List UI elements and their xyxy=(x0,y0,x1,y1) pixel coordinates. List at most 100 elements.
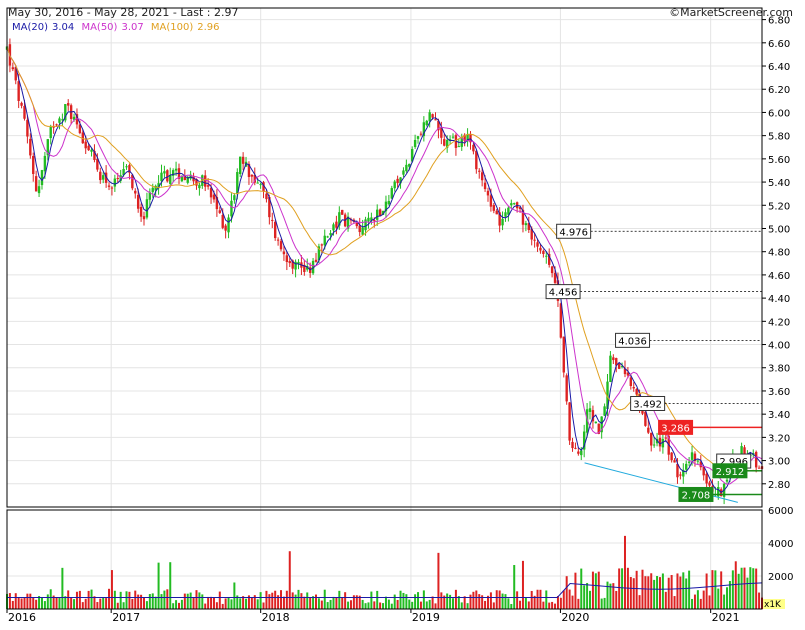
level-label-3.286: 3.286 xyxy=(661,423,690,434)
price-tick-label: 6.60 xyxy=(768,39,790,50)
candle-body xyxy=(107,185,111,187)
ma100-legend-label: MA(100) xyxy=(150,22,194,33)
candle-body xyxy=(434,119,437,121)
candle-body xyxy=(314,259,318,262)
candle-body xyxy=(204,175,207,187)
candle-body xyxy=(696,460,700,462)
price-tick-label: 5.80 xyxy=(768,132,790,143)
candle-body xyxy=(612,357,615,361)
candle-body xyxy=(116,177,119,179)
ma-legend: MA(20) 3.04 MA(50) 3.07 MA(100) 2.96 xyxy=(12,22,224,33)
price-tick-label: 6.00 xyxy=(768,108,790,119)
price-tick-label: 5.20 xyxy=(768,201,790,212)
candle-body xyxy=(142,216,146,220)
candle-body xyxy=(664,437,668,439)
candle-body xyxy=(67,103,70,106)
candle-body xyxy=(180,176,184,182)
candle-body xyxy=(326,236,329,238)
candle-body xyxy=(256,182,259,184)
candle-body xyxy=(288,261,291,264)
candle-body xyxy=(17,81,20,101)
year-tick-label: 2019 xyxy=(412,611,440,624)
candle-body xyxy=(163,171,166,174)
level-label-4.036: 4.036 xyxy=(618,336,647,347)
price-candles xyxy=(5,38,764,505)
candle-body xyxy=(101,175,105,180)
candle-body xyxy=(501,218,504,226)
chart-grid xyxy=(6,8,762,609)
stock-chart: 4.9764.4564.0363.4923.2862.9962.9122.708… xyxy=(5,7,793,624)
candle-body xyxy=(574,447,577,449)
level-label-4.976: 4.976 xyxy=(559,227,588,238)
volume-tick-label: 4000 xyxy=(768,539,793,550)
candle-body xyxy=(588,408,592,412)
price-tick-label: 3.60 xyxy=(768,387,790,398)
candle-body xyxy=(754,451,758,468)
candle-body xyxy=(603,406,606,416)
candle-body xyxy=(504,212,507,217)
price-tick-label: 3.20 xyxy=(768,433,790,444)
candle-body xyxy=(323,235,326,246)
candle-body xyxy=(113,178,117,187)
candle-body xyxy=(510,203,513,206)
level-label-3.492: 3.492 xyxy=(633,399,662,410)
candle-body xyxy=(250,174,254,177)
candle-body xyxy=(212,194,216,200)
ma50-legend-label: MA(50) xyxy=(81,22,118,33)
candle-body xyxy=(230,200,233,217)
candle-body xyxy=(431,114,434,118)
candle-body xyxy=(387,200,391,205)
year-tick-label: 2016 xyxy=(8,611,36,624)
level-label-2.708: 2.708 xyxy=(682,490,711,501)
candle-body xyxy=(685,463,688,470)
candle-body xyxy=(478,170,481,172)
brand-label: ©MarketScreener.com xyxy=(669,6,793,19)
candle-body xyxy=(533,239,536,241)
candle-body xyxy=(34,176,38,192)
candle-body xyxy=(49,127,52,139)
candle-body xyxy=(376,209,379,220)
price-tick-label: 4.60 xyxy=(768,271,790,282)
candle-body xyxy=(355,222,359,227)
candle-body xyxy=(206,185,210,187)
candle-body xyxy=(87,145,90,151)
candle-body xyxy=(110,187,114,189)
candle-body xyxy=(492,205,496,211)
candle-body xyxy=(670,452,673,461)
price-tick-label: 3.00 xyxy=(768,457,790,468)
candle-body xyxy=(679,474,682,476)
price-tick-label: 4.20 xyxy=(768,317,790,328)
volume-unit-label: x1K xyxy=(764,600,782,610)
ma20-legend-value: 3.04 xyxy=(52,22,75,33)
ma20-legend-label: MA(20) xyxy=(12,22,48,33)
candle-body xyxy=(320,244,324,246)
volume-bars xyxy=(6,535,763,609)
candle-body xyxy=(405,164,408,172)
candle-body xyxy=(169,175,172,184)
price-tick-label: 5.40 xyxy=(768,178,790,189)
candle-body xyxy=(568,402,571,441)
candle-body xyxy=(652,444,656,446)
candle-body xyxy=(513,203,516,205)
price-tick-label: 3.40 xyxy=(768,410,790,421)
candle-body xyxy=(577,451,580,454)
price-tick-label: 3.80 xyxy=(768,364,790,375)
candle-body xyxy=(29,138,32,156)
candle-body xyxy=(20,102,23,106)
candle-body xyxy=(687,461,691,463)
volume-tick-label: 6000 xyxy=(768,506,793,517)
price-tick-label: 4.80 xyxy=(768,248,790,259)
candle-body xyxy=(725,479,729,482)
candle-body xyxy=(11,67,15,70)
candle-body xyxy=(472,144,475,152)
price-tick-label: 6.40 xyxy=(768,62,790,73)
price-tick-label: 4.00 xyxy=(768,341,790,352)
ma100-legend-value: 2.96 xyxy=(197,22,220,33)
candle-body xyxy=(332,224,335,231)
candle-body xyxy=(43,155,47,172)
candle-body xyxy=(166,170,169,182)
candle-body xyxy=(99,171,102,181)
candle-body xyxy=(151,187,154,193)
candle-body xyxy=(364,219,367,231)
candle-body xyxy=(125,166,128,168)
